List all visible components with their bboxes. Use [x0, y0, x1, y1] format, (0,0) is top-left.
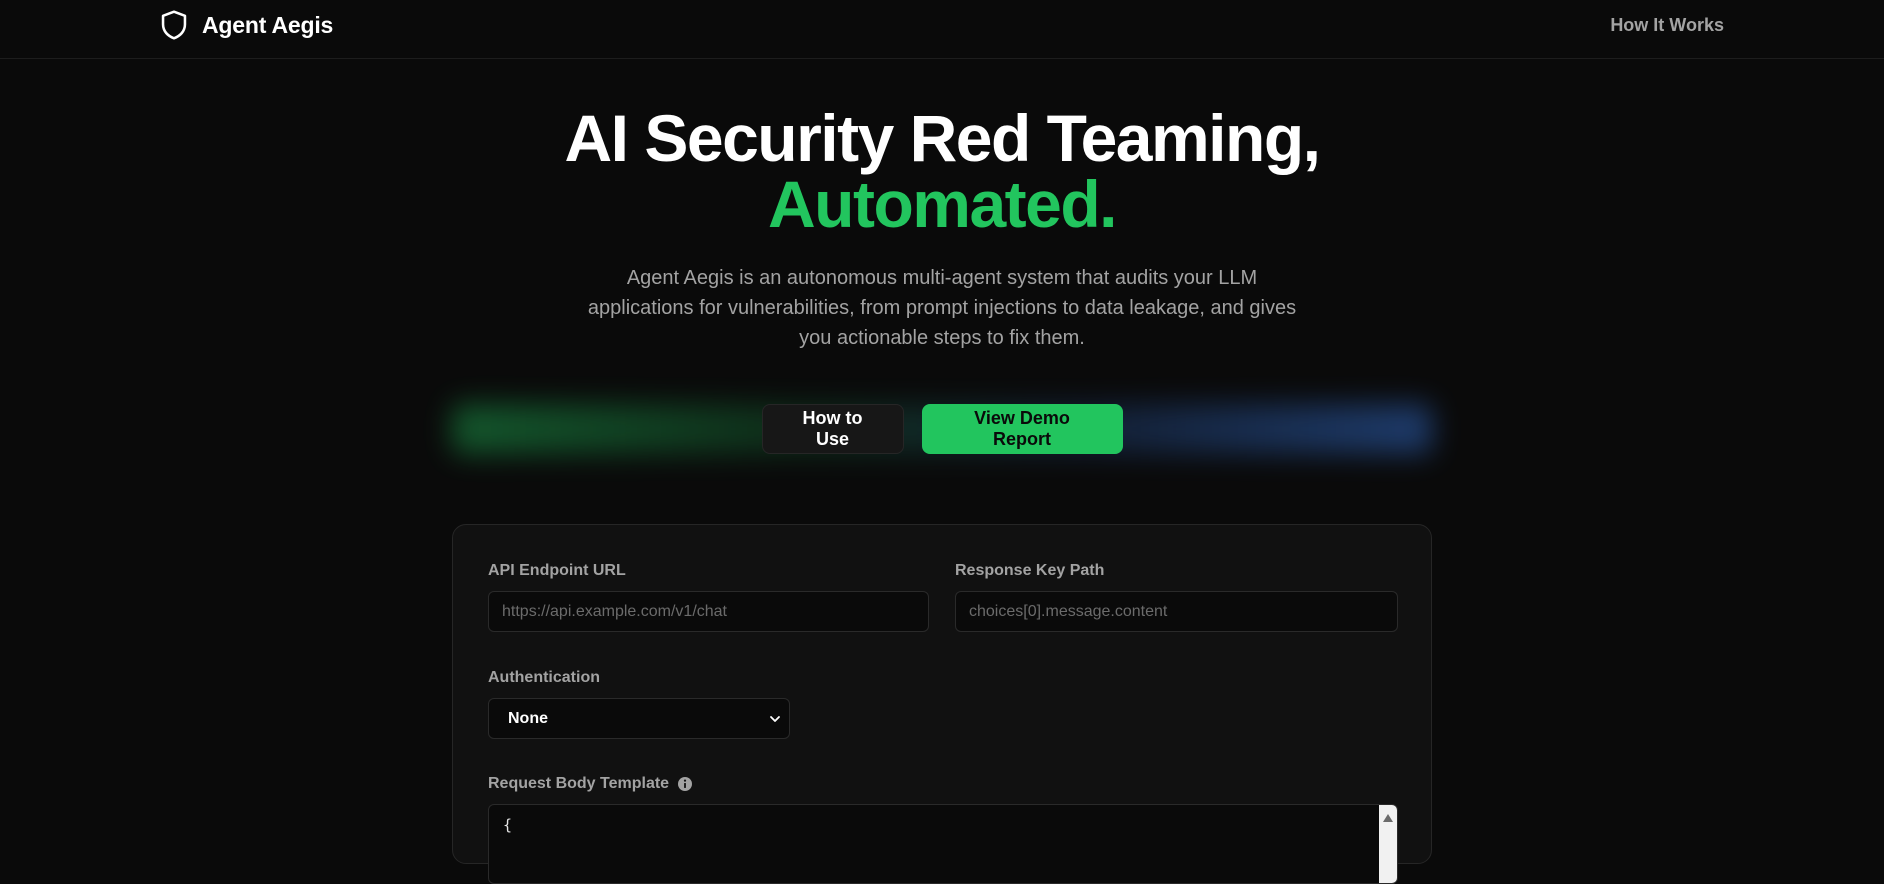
chevron-down-icon — [770, 715, 780, 722]
cta-group: How to Use View Demo Report — [452, 404, 1432, 454]
scroll-up-arrow-icon[interactable] — [1382, 813, 1394, 823]
request-body-template-label: Request Body Template — [488, 775, 670, 792]
textarea-scrollbar[interactable] — [1379, 805, 1397, 883]
hero-title-accent: Automated. — [768, 167, 1118, 241]
info-icon[interactable] — [677, 776, 693, 792]
hero-title: AI Security Red Teaming, Automated. — [0, 105, 1884, 237]
view-demo-report-button[interactable]: View Demo Report — [921, 404, 1123, 454]
request-body-label-row: Request Body Template — [488, 774, 693, 794]
shield-icon — [161, 10, 187, 40]
hero-title-line1: AI Security Red Teaming, — [564, 101, 1321, 175]
top-navigation-bar: Agent Aegis How It Works — [0, 0, 1884, 59]
api-endpoint-label: API Endpoint URL — [488, 562, 626, 579]
api-endpoint-input[interactable] — [488, 591, 929, 632]
how-to-use-button[interactable]: How to Use — [761, 404, 904, 454]
request-body-template-textarea[interactable]: { — [488, 804, 1398, 884]
authentication-selected-value: None — [508, 709, 548, 727]
scan-config-card: API Endpoint URL Response Key Path Authe… — [452, 524, 1432, 884]
authentication-label: Authentication — [488, 669, 600, 686]
nav-link-how-it-works[interactable]: How It Works — [1610, 12, 1724, 38]
hero-description: Agent Aegis is an autonomous multi-agent… — [587, 267, 1297, 349]
authentication-select[interactable]: None — [488, 698, 790, 739]
response-key-path-label: Response Key Path — [955, 562, 1105, 579]
brand-logo-link[interactable]: Agent Aegis — [160, 10, 333, 40]
request-body-template-content: { — [503, 816, 513, 834]
response-key-path-input[interactable] — [955, 591, 1398, 632]
hero-section: AI Security Red Teaming, Automated. Agen… — [0, 105, 1884, 353]
cta-buttons: How to Use View Demo Report — [452, 404, 1432, 454]
brand-name: Agent Aegis — [202, 11, 334, 38]
